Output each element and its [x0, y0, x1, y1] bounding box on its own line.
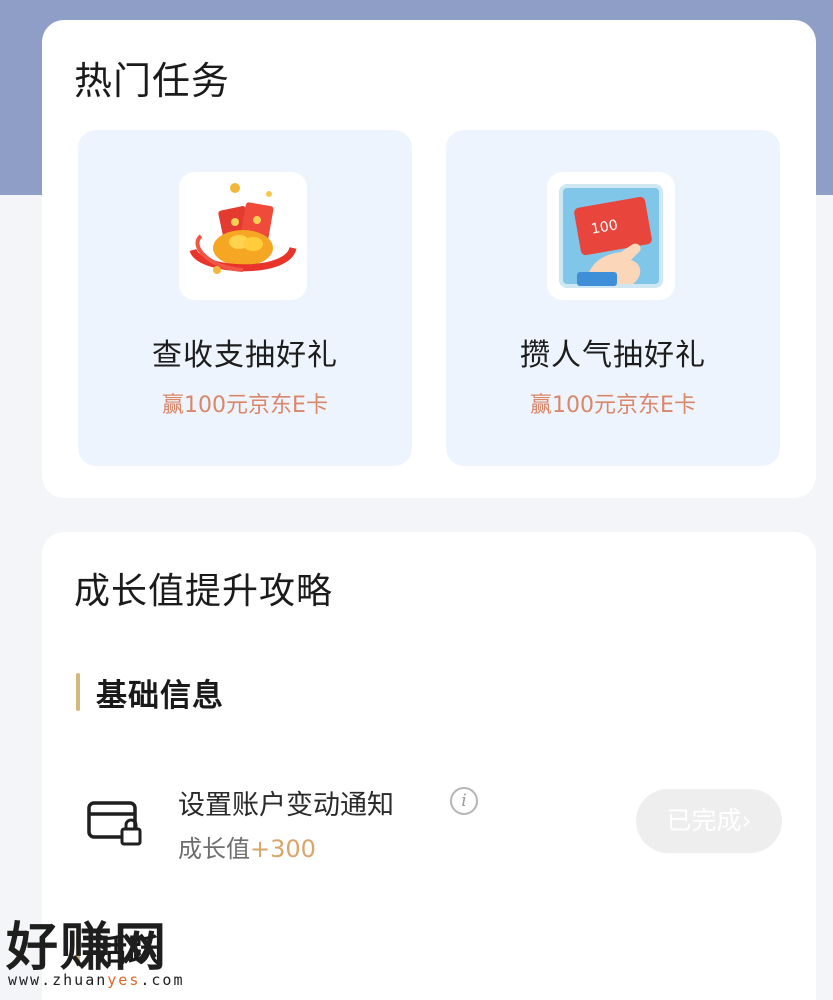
- watermark-text: 好赚网: [6, 918, 169, 978]
- hot-tasks-title: 热门任务: [74, 59, 231, 103]
- tile-name: 攒人气抽好礼: [520, 338, 706, 373]
- growth-strategy-title: 成长值提升攻略: [74, 571, 334, 612]
- hot-tasks-card: 热门任务 查收支抽好礼 赢100元京东E卡 100 攒人气抽好礼 赢100元京东…: [42, 20, 816, 498]
- card-lock-icon: [86, 799, 144, 849]
- tile-name: 查收支抽好礼: [152, 338, 338, 373]
- watermark-url-b: yes: [107, 971, 141, 989]
- growth-label: 成长值: [178, 835, 250, 863]
- watermark: 好赚网 www.zhuanyes.com: [0, 905, 200, 1000]
- section-accent-bar: [76, 673, 80, 711]
- growth-plus-value: +300: [250, 835, 316, 863]
- page: 热门任务 查收支抽好礼 赢100元京东E卡 100 攒人气抽好礼 赢100元京东…: [0, 0, 833, 1000]
- tile-reward: 赢100元京东E卡: [530, 393, 696, 418]
- watermark-url-c: .com: [140, 971, 185, 989]
- task-title: 设置账户变动通知: [178, 790, 394, 821]
- tile-reward: 赢100元京东E卡: [162, 393, 328, 418]
- completed-button[interactable]: 已完成›: [636, 789, 782, 853]
- task-tile-gain-popularity[interactable]: 100 攒人气抽好礼 赢100元京东E卡: [446, 130, 780, 466]
- info-icon[interactable]: i: [450, 787, 478, 815]
- section-basic-info: 基础信息: [76, 672, 224, 714]
- watermark-url-a: www.zhuan: [8, 971, 108, 989]
- red-envelope-gift-icon: [179, 172, 307, 300]
- task-tile-check-income[interactable]: 查收支抽好礼 赢100元京东E卡: [78, 130, 412, 466]
- watermark-url: www.zhuanyes.com: [8, 971, 185, 989]
- section-label: 基础信息: [96, 677, 224, 714]
- task-row-account-notice: 设置账户变动通知 i 成长值+300 已完成›: [76, 777, 796, 873]
- task-growth-value: 成长值+300: [178, 829, 316, 864]
- hand-holding-card-icon: 100: [547, 172, 675, 300]
